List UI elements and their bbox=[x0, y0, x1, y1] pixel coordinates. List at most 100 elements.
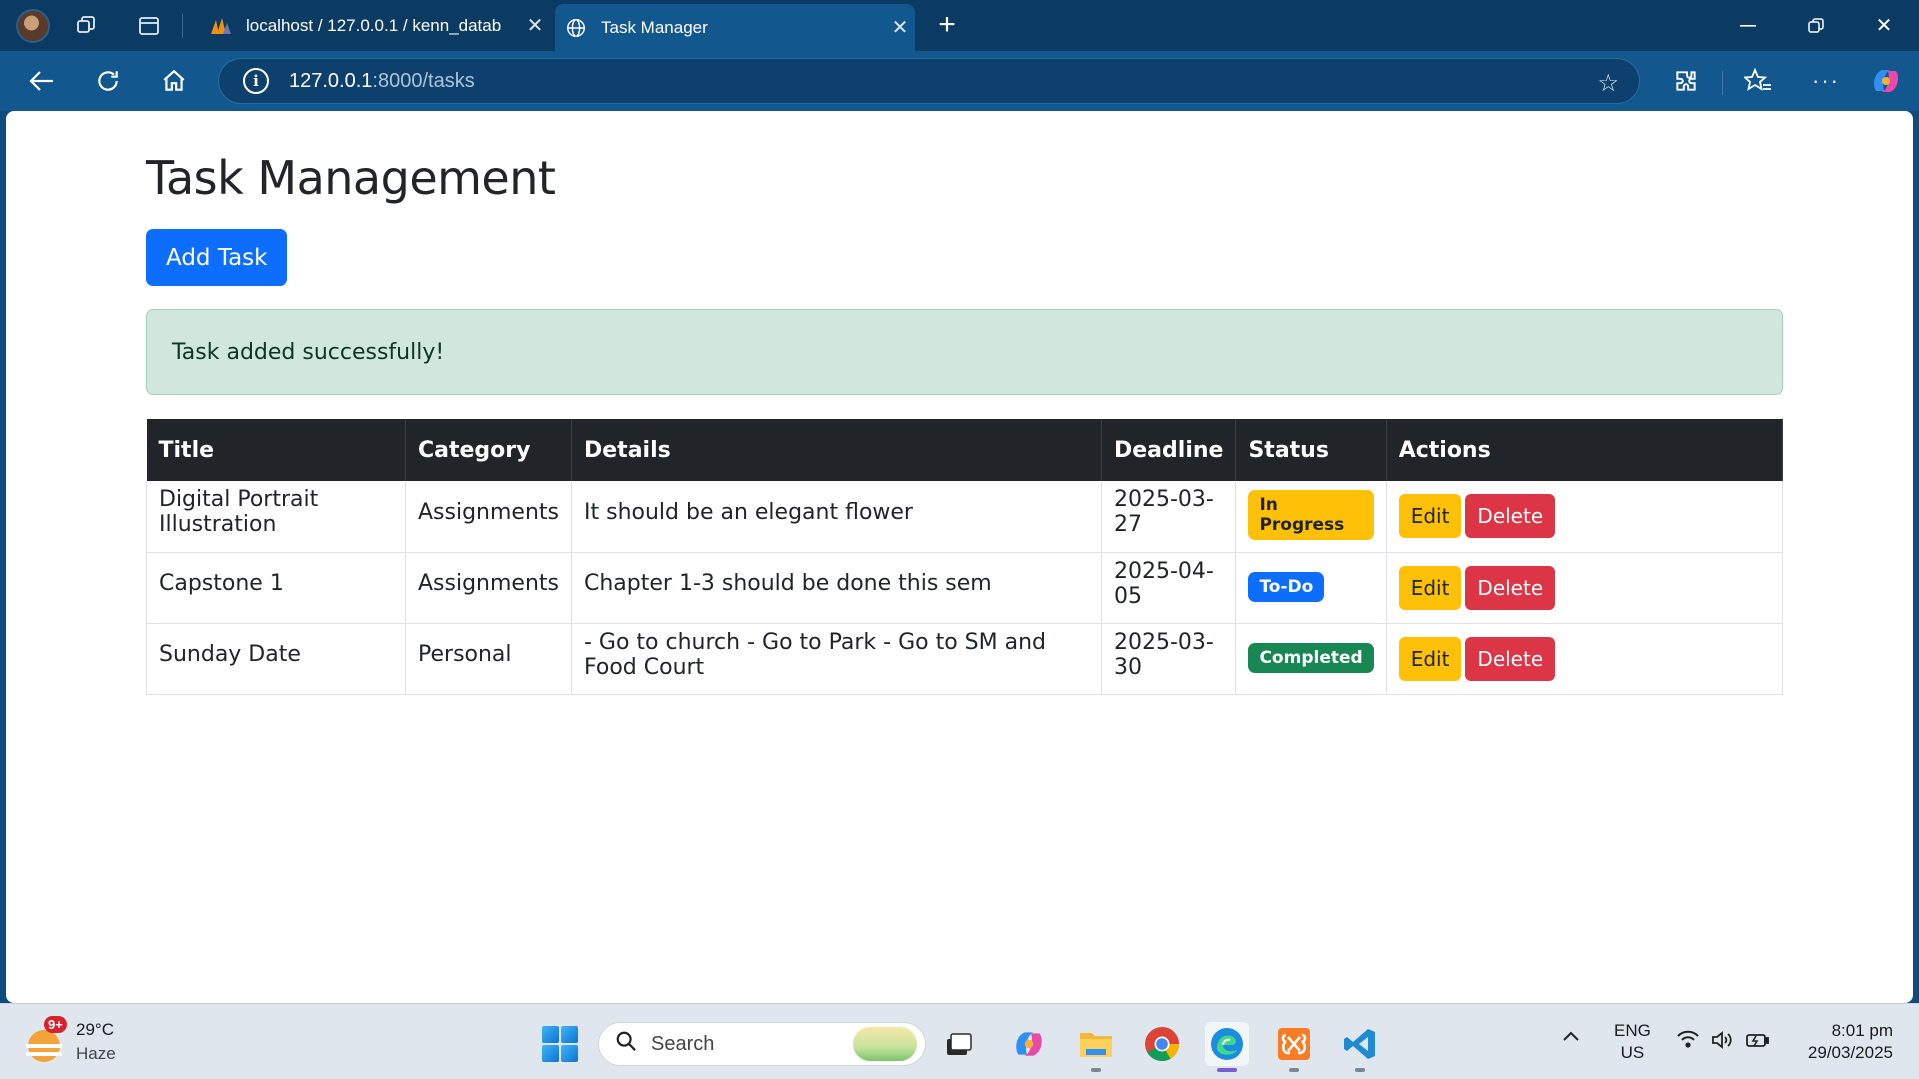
column-header-deadline: Deadline bbox=[1101, 419, 1237, 481]
tab-phpmyadmin[interactable]: localhost / 127.0.0.1 / kenn_datab ✕ bbox=[200, 0, 550, 51]
language-indicator[interactable]: ENG US bbox=[1614, 1020, 1651, 1064]
cell-category: Assignments bbox=[405, 552, 572, 624]
browser-tab-strip: localhost / 127.0.0.1 / kenn_datab ✕ Tas… bbox=[0, 0, 1919, 51]
status-badge: To-Do bbox=[1248, 571, 1325, 602]
running-indicator bbox=[1355, 1068, 1365, 1072]
cell-details: It should be an elegant flower bbox=[571, 481, 1102, 553]
running-indicator bbox=[1289, 1068, 1299, 1072]
wifi-icon[interactable] bbox=[1676, 1030, 1700, 1054]
divider bbox=[1722, 71, 1723, 95]
url-host: 127.0.0.1 bbox=[289, 69, 373, 92]
cell-category: Personal bbox=[405, 623, 572, 695]
table-row: Capstone 1 Assignments Chapter 1-3 shoul… bbox=[146, 552, 1784, 624]
cell-deadline: 2025-03-30 bbox=[1101, 623, 1237, 695]
table-row: Sunday Date Personal - Go to church - Go… bbox=[146, 623, 1784, 695]
column-header-actions: Actions bbox=[1386, 419, 1784, 481]
search-placeholder: Search bbox=[651, 1032, 715, 1055]
cell-actions: Edit Delete bbox=[1386, 623, 1784, 695]
divider bbox=[182, 13, 183, 38]
minimize-icon[interactable] bbox=[1714, 0, 1782, 51]
weather-desc: Haze bbox=[76, 1044, 116, 1063]
profile-avatar[interactable] bbox=[16, 8, 50, 43]
cell-actions: Edit Delete bbox=[1386, 481, 1784, 553]
keyboard-layout: US bbox=[1620, 1043, 1645, 1062]
copilot-app-icon[interactable] bbox=[1007, 1022, 1051, 1066]
file-explorer-icon[interactable] bbox=[1074, 1022, 1118, 1072]
task-view-icon[interactable] bbox=[937, 1022, 981, 1066]
taskbar-search[interactable]: Search bbox=[598, 1022, 926, 1066]
search-highlight-image bbox=[853, 1027, 917, 1061]
more-options-icon[interactable]: ··· bbox=[1808, 63, 1844, 99]
workspaces-icon[interactable] bbox=[72, 11, 102, 41]
delete-button[interactable]: Delete bbox=[1465, 494, 1556, 539]
edge-icon[interactable] bbox=[1205, 1022, 1249, 1072]
favorites-icon[interactable] bbox=[1740, 63, 1776, 99]
url-path: :8000/tasks bbox=[372, 69, 475, 92]
add-task-button[interactable]: Add Task bbox=[146, 229, 288, 286]
edit-button[interactable]: Edit bbox=[1398, 636, 1462, 681]
tab-title: Task Manager bbox=[601, 17, 708, 37]
cell-deadline: 2025-04-05 bbox=[1101, 552, 1237, 624]
language-code: ENG bbox=[1614, 1021, 1651, 1040]
status-badge: Completed bbox=[1248, 642, 1374, 673]
column-header-status: Status bbox=[1235, 419, 1387, 481]
address-bar[interactable]: i 127.0.0.1:8000/tasks ☆ bbox=[218, 58, 1640, 104]
extensions-icon[interactable] bbox=[1668, 63, 1704, 99]
column-header-title: Title bbox=[146, 419, 406, 481]
delete-button[interactable]: Delete bbox=[1465, 565, 1556, 610]
running-indicator bbox=[1091, 1068, 1101, 1072]
volume-icon[interactable] bbox=[1710, 1030, 1734, 1056]
vscode-icon[interactable] bbox=[1338, 1022, 1382, 1072]
xampp-icon[interactable] bbox=[1272, 1022, 1316, 1072]
site-info-icon[interactable]: i bbox=[243, 68, 269, 94]
new-tab-icon[interactable]: + bbox=[930, 8, 964, 42]
tab-title: localhost / 127.0.0.1 / kenn_datab bbox=[246, 15, 502, 35]
back-icon[interactable] bbox=[24, 63, 60, 99]
chrome-icon[interactable] bbox=[1140, 1022, 1184, 1066]
url-text[interactable]: 127.0.0.1:8000/tasks bbox=[289, 70, 475, 93]
close-tab-icon[interactable]: ✕ bbox=[885, 13, 915, 43]
close-window-icon[interactable]: ✕ bbox=[1850, 0, 1918, 51]
clock-time: 8:01 pm bbox=[1831, 1021, 1893, 1040]
cell-status: Completed bbox=[1235, 623, 1387, 695]
status-badge: In Progress bbox=[1248, 490, 1374, 541]
copilot-icon[interactable] bbox=[1868, 63, 1904, 99]
table-row: Digital Portrait Illustration Assignment… bbox=[146, 481, 1784, 553]
table-header-row: Title Category Details Deadline Status A… bbox=[146, 419, 1784, 481]
delete-button[interactable]: Delete bbox=[1465, 636, 1556, 681]
system-clock[interactable]: 8:01 pm 29/03/2025 bbox=[1808, 1020, 1893, 1064]
restore-icon[interactable] bbox=[1782, 0, 1850, 51]
refresh-icon[interactable] bbox=[90, 63, 126, 99]
clock-date: 29/03/2025 bbox=[1807, 1043, 1893, 1062]
column-header-category: Category bbox=[405, 419, 572, 481]
weather-text: 29°C Haze bbox=[76, 1018, 116, 1066]
browser-toolbar: i 127.0.0.1:8000/tasks ☆ ··· bbox=[0, 51, 1919, 111]
battery-icon[interactable] bbox=[1744, 1030, 1770, 1056]
favorite-star-icon[interactable]: ☆ bbox=[1597, 69, 1619, 98]
home-icon[interactable] bbox=[156, 63, 192, 99]
cell-details: Chapter 1-3 should be done this sem bbox=[571, 552, 1102, 624]
cell-category: Assignments bbox=[405, 481, 572, 553]
page-viewport: Task Management Add Task Task added succ… bbox=[6, 111, 1913, 1003]
weather-widget[interactable]: 9+ 29°C Haze bbox=[26, 1016, 116, 1066]
taskbar: 9+ 29°C Haze Search ENG US 8:01 pm 29/03… bbox=[0, 1003, 1919, 1079]
cell-status: To-Do bbox=[1235, 552, 1387, 624]
windows-start-icon[interactable] bbox=[542, 1026, 578, 1062]
phpmyadmin-icon bbox=[210, 15, 232, 37]
cell-status: In Progress bbox=[1235, 481, 1387, 553]
tab-task-manager[interactable]: Task Manager ✕ bbox=[555, 4, 915, 51]
search-icon bbox=[615, 1030, 637, 1058]
tab-actions-icon[interactable] bbox=[134, 11, 164, 41]
active-indicator bbox=[1217, 1068, 1237, 1072]
close-tab-icon[interactable]: ✕ bbox=[520, 11, 550, 41]
cell-title: Digital Portrait Illustration bbox=[146, 481, 406, 553]
notification-badge: 9+ bbox=[44, 1016, 67, 1033]
cell-actions: Edit Delete bbox=[1386, 552, 1784, 624]
cell-title: Capstone 1 bbox=[146, 552, 406, 624]
edit-button[interactable]: Edit bbox=[1398, 565, 1462, 610]
show-hidden-icons[interactable] bbox=[1562, 1026, 1580, 1048]
edit-button[interactable]: Edit bbox=[1398, 494, 1462, 539]
cell-title: Sunday Date bbox=[146, 623, 406, 695]
weather-temp: 29°C bbox=[76, 1020, 114, 1039]
cell-details: - Go to church - Go to Park - Go to SM a… bbox=[571, 623, 1102, 695]
